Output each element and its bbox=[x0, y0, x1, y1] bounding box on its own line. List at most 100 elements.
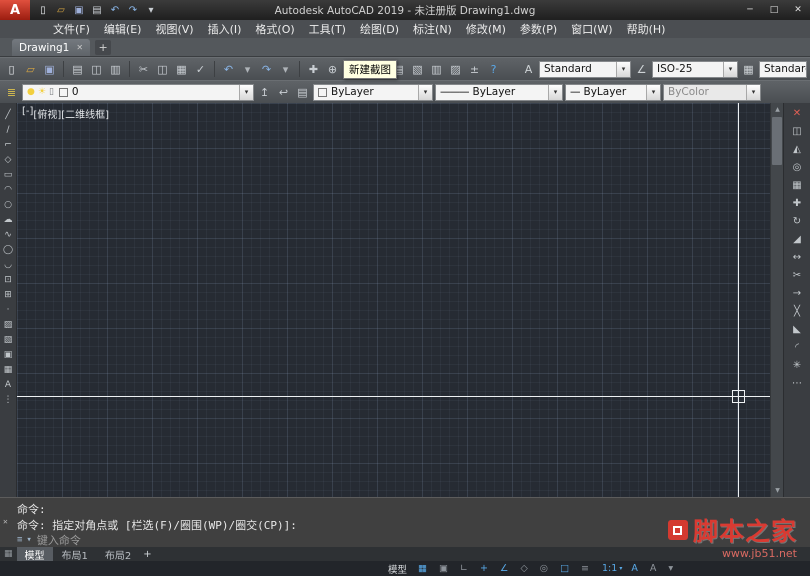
ellipse-arc-icon[interactable]: ◡ bbox=[2, 258, 15, 271]
toolbar-icon[interactable] bbox=[299, 61, 300, 77]
hatch-icon[interactable]: ▨ bbox=[2, 318, 15, 331]
revision-cloud-icon[interactable]: ☁ bbox=[2, 213, 15, 226]
trim-icon[interactable]: ✂ bbox=[790, 268, 805, 283]
annotation-scale[interactable]: 1:1 ▾ bbox=[597, 561, 626, 576]
zoom-realtime-icon[interactable]: ⊕ bbox=[324, 61, 341, 78]
chevron-down-icon[interactable]: ▾ bbox=[746, 85, 760, 100]
table-icon[interactable]: ▦ bbox=[2, 363, 15, 376]
app-logo-icon[interactable]: A bbox=[0, 0, 30, 20]
help-icon[interactable]: ? bbox=[485, 61, 502, 78]
polar-tracking-icon[interactable]: ∠ bbox=[496, 561, 516, 576]
scrollbar-thumb[interactable] bbox=[772, 117, 782, 165]
construction-line-icon[interactable]: / bbox=[2, 123, 15, 136]
layout-tab[interactable]: 模型 bbox=[17, 547, 53, 561]
new-layout-button[interactable]: + bbox=[143, 549, 151, 560]
chevron-down-icon[interactable]: ▾ bbox=[646, 85, 660, 100]
customize-command-icon[interactable]: ≡ bbox=[17, 535, 22, 545]
layer-states-icon[interactable]: ▤ bbox=[294, 84, 311, 101]
isometric-drafting-icon[interactable]: ◇ bbox=[516, 561, 534, 576]
layout-tab[interactable]: 布局2 bbox=[97, 547, 139, 561]
undo-dropdown-icon[interactable]: ▾ bbox=[239, 61, 256, 78]
make-layer-current-icon[interactable]: ↥ bbox=[256, 84, 273, 101]
chevron-down-icon[interactable]: ▾ bbox=[616, 62, 630, 77]
extend-icon[interactable]: → bbox=[790, 286, 805, 301]
toolbar-icon[interactable] bbox=[129, 61, 130, 77]
menu-item[interactable]: 工具(T) bbox=[302, 20, 353, 38]
pan-icon[interactable]: ✚ bbox=[305, 61, 322, 78]
plot-style-combo[interactable]: ByColor ▾ bbox=[663, 84, 761, 101]
chevron-down-icon[interactable]: ▾ bbox=[418, 85, 432, 100]
command-input-row[interactable]: ≡▾ 键入命令 bbox=[17, 533, 81, 547]
table-style-icon[interactable]: ▦ bbox=[740, 61, 757, 78]
mirror-icon[interactable]: ◭ bbox=[790, 142, 805, 157]
erase-icon[interactable]: ✕ bbox=[790, 106, 805, 121]
drawing-canvas[interactable]: [-][俯视][二维线框] bbox=[17, 103, 770, 497]
copy-icon[interactable]: ◫ bbox=[790, 124, 805, 139]
rotate-icon[interactable]: ↻ bbox=[790, 214, 805, 229]
chevron-down-icon[interactable]: ▾ bbox=[723, 62, 737, 77]
copy-clip-icon[interactable]: ◫ bbox=[154, 61, 171, 78]
line-icon[interactable]: ╱ bbox=[2, 108, 15, 121]
menu-item[interactable]: 文件(F) bbox=[46, 20, 97, 38]
toolbar-icon[interactable] bbox=[63, 61, 64, 77]
undo-icon[interactable]: ↶ bbox=[220, 61, 237, 78]
minimize-button[interactable]: ─ bbox=[738, 0, 762, 20]
save-icon[interactable]: ▣ bbox=[41, 61, 58, 78]
ellipse-icon[interactable]: ◯ bbox=[2, 243, 15, 256]
autoscale-icon[interactable]: A bbox=[646, 561, 664, 576]
grid-display-icon[interactable]: ▦ bbox=[414, 561, 434, 576]
gradient-icon[interactable]: ▧ bbox=[2, 333, 15, 346]
close-command-icon[interactable]: ✕ bbox=[3, 517, 8, 526]
lineweight-icon[interactable]: ≡ bbox=[577, 561, 596, 576]
dim-style-icon[interactable]: ∠ bbox=[633, 61, 650, 78]
publish-icon[interactable]: ▥ bbox=[107, 61, 124, 78]
menu-item[interactable]: 参数(P) bbox=[513, 20, 564, 38]
undo-icon[interactable]: ↶ bbox=[108, 5, 122, 16]
plot-icon[interactable]: ▤ bbox=[69, 61, 86, 78]
insert-block-icon[interactable]: ⊡ bbox=[2, 273, 15, 286]
offset-icon[interactable]: ◎ bbox=[790, 160, 805, 175]
redo-icon[interactable]: ↷ bbox=[258, 61, 275, 78]
chevron-down-icon[interactable]: ▾ bbox=[548, 85, 562, 100]
new-tab-button[interactable]: + bbox=[95, 40, 111, 55]
viewport-controls-menu[interactable]: [-] bbox=[22, 106, 33, 121]
close-button[interactable]: ✕ bbox=[786, 0, 810, 20]
table-style-combo[interactable]: Standard bbox=[759, 61, 807, 78]
dim-style-combo[interactable]: ISO-25 ▾ bbox=[652, 61, 738, 78]
region-icon[interactable]: ▣ bbox=[2, 348, 15, 361]
paste-icon[interactable]: ▦ bbox=[173, 61, 190, 78]
array-icon[interactable]: ▦ bbox=[790, 178, 805, 193]
recent-commands-icon[interactable]: ▾ bbox=[26, 535, 31, 545]
layer-properties-icon[interactable]: ≣ bbox=[3, 84, 20, 101]
designcenter-icon[interactable]: ▧ bbox=[409, 61, 426, 78]
multiline-text-icon[interactable]: A bbox=[2, 378, 15, 391]
quickcalc-icon[interactable]: ± bbox=[466, 61, 483, 78]
color-combo[interactable]: ByLayer ▾ bbox=[313, 84, 433, 101]
chamfer-icon[interactable]: ◣ bbox=[790, 322, 805, 337]
toolbar-icon[interactable] bbox=[214, 61, 215, 77]
spline-icon[interactable]: ∿ bbox=[2, 228, 15, 241]
dynamic-input-icon[interactable]: + bbox=[476, 561, 495, 576]
open-icon[interactable]: ▱ bbox=[54, 5, 68, 16]
plot-preview-icon[interactable]: ◫ bbox=[88, 61, 105, 78]
join-icon[interactable]: ⋯ bbox=[790, 376, 805, 391]
vertical-scrollbar[interactable]: ▲ ▼ bbox=[770, 103, 783, 497]
chevron-down-icon[interactable]: ▾ bbox=[239, 85, 253, 100]
layer-combo[interactable]: ●☀▯ 0 ▾ bbox=[22, 84, 254, 101]
break-icon[interactable]: ╳ bbox=[790, 304, 805, 319]
plot-icon[interactable]: ▤ bbox=[90, 5, 104, 16]
more-tools-icon[interactable]: ⋮ bbox=[2, 393, 15, 406]
text-style-combo[interactable]: Standard ▾ bbox=[539, 61, 631, 78]
annotation-visibility-icon[interactable]: A bbox=[627, 561, 645, 576]
point-icon[interactable]: · bbox=[2, 303, 15, 316]
view-controls[interactable]: [俯视] bbox=[33, 106, 61, 121]
cut-icon[interactable]: ✂ bbox=[135, 61, 152, 78]
polygon-icon[interactable]: ◇ bbox=[2, 153, 15, 166]
layer-previous-icon[interactable]: ↩ bbox=[275, 84, 292, 101]
tool-palettes-icon[interactable]: ▥ bbox=[428, 61, 445, 78]
create-block-icon[interactable]: ⊞ bbox=[2, 288, 15, 301]
menu-item[interactable]: 修改(M) bbox=[459, 20, 513, 38]
scale-icon[interactable]: ◢ bbox=[790, 232, 805, 247]
redo-dropdown-icon[interactable]: ▾ bbox=[277, 61, 294, 78]
lineweight-combo[interactable]: — ByLayer ▾ bbox=[565, 84, 661, 101]
